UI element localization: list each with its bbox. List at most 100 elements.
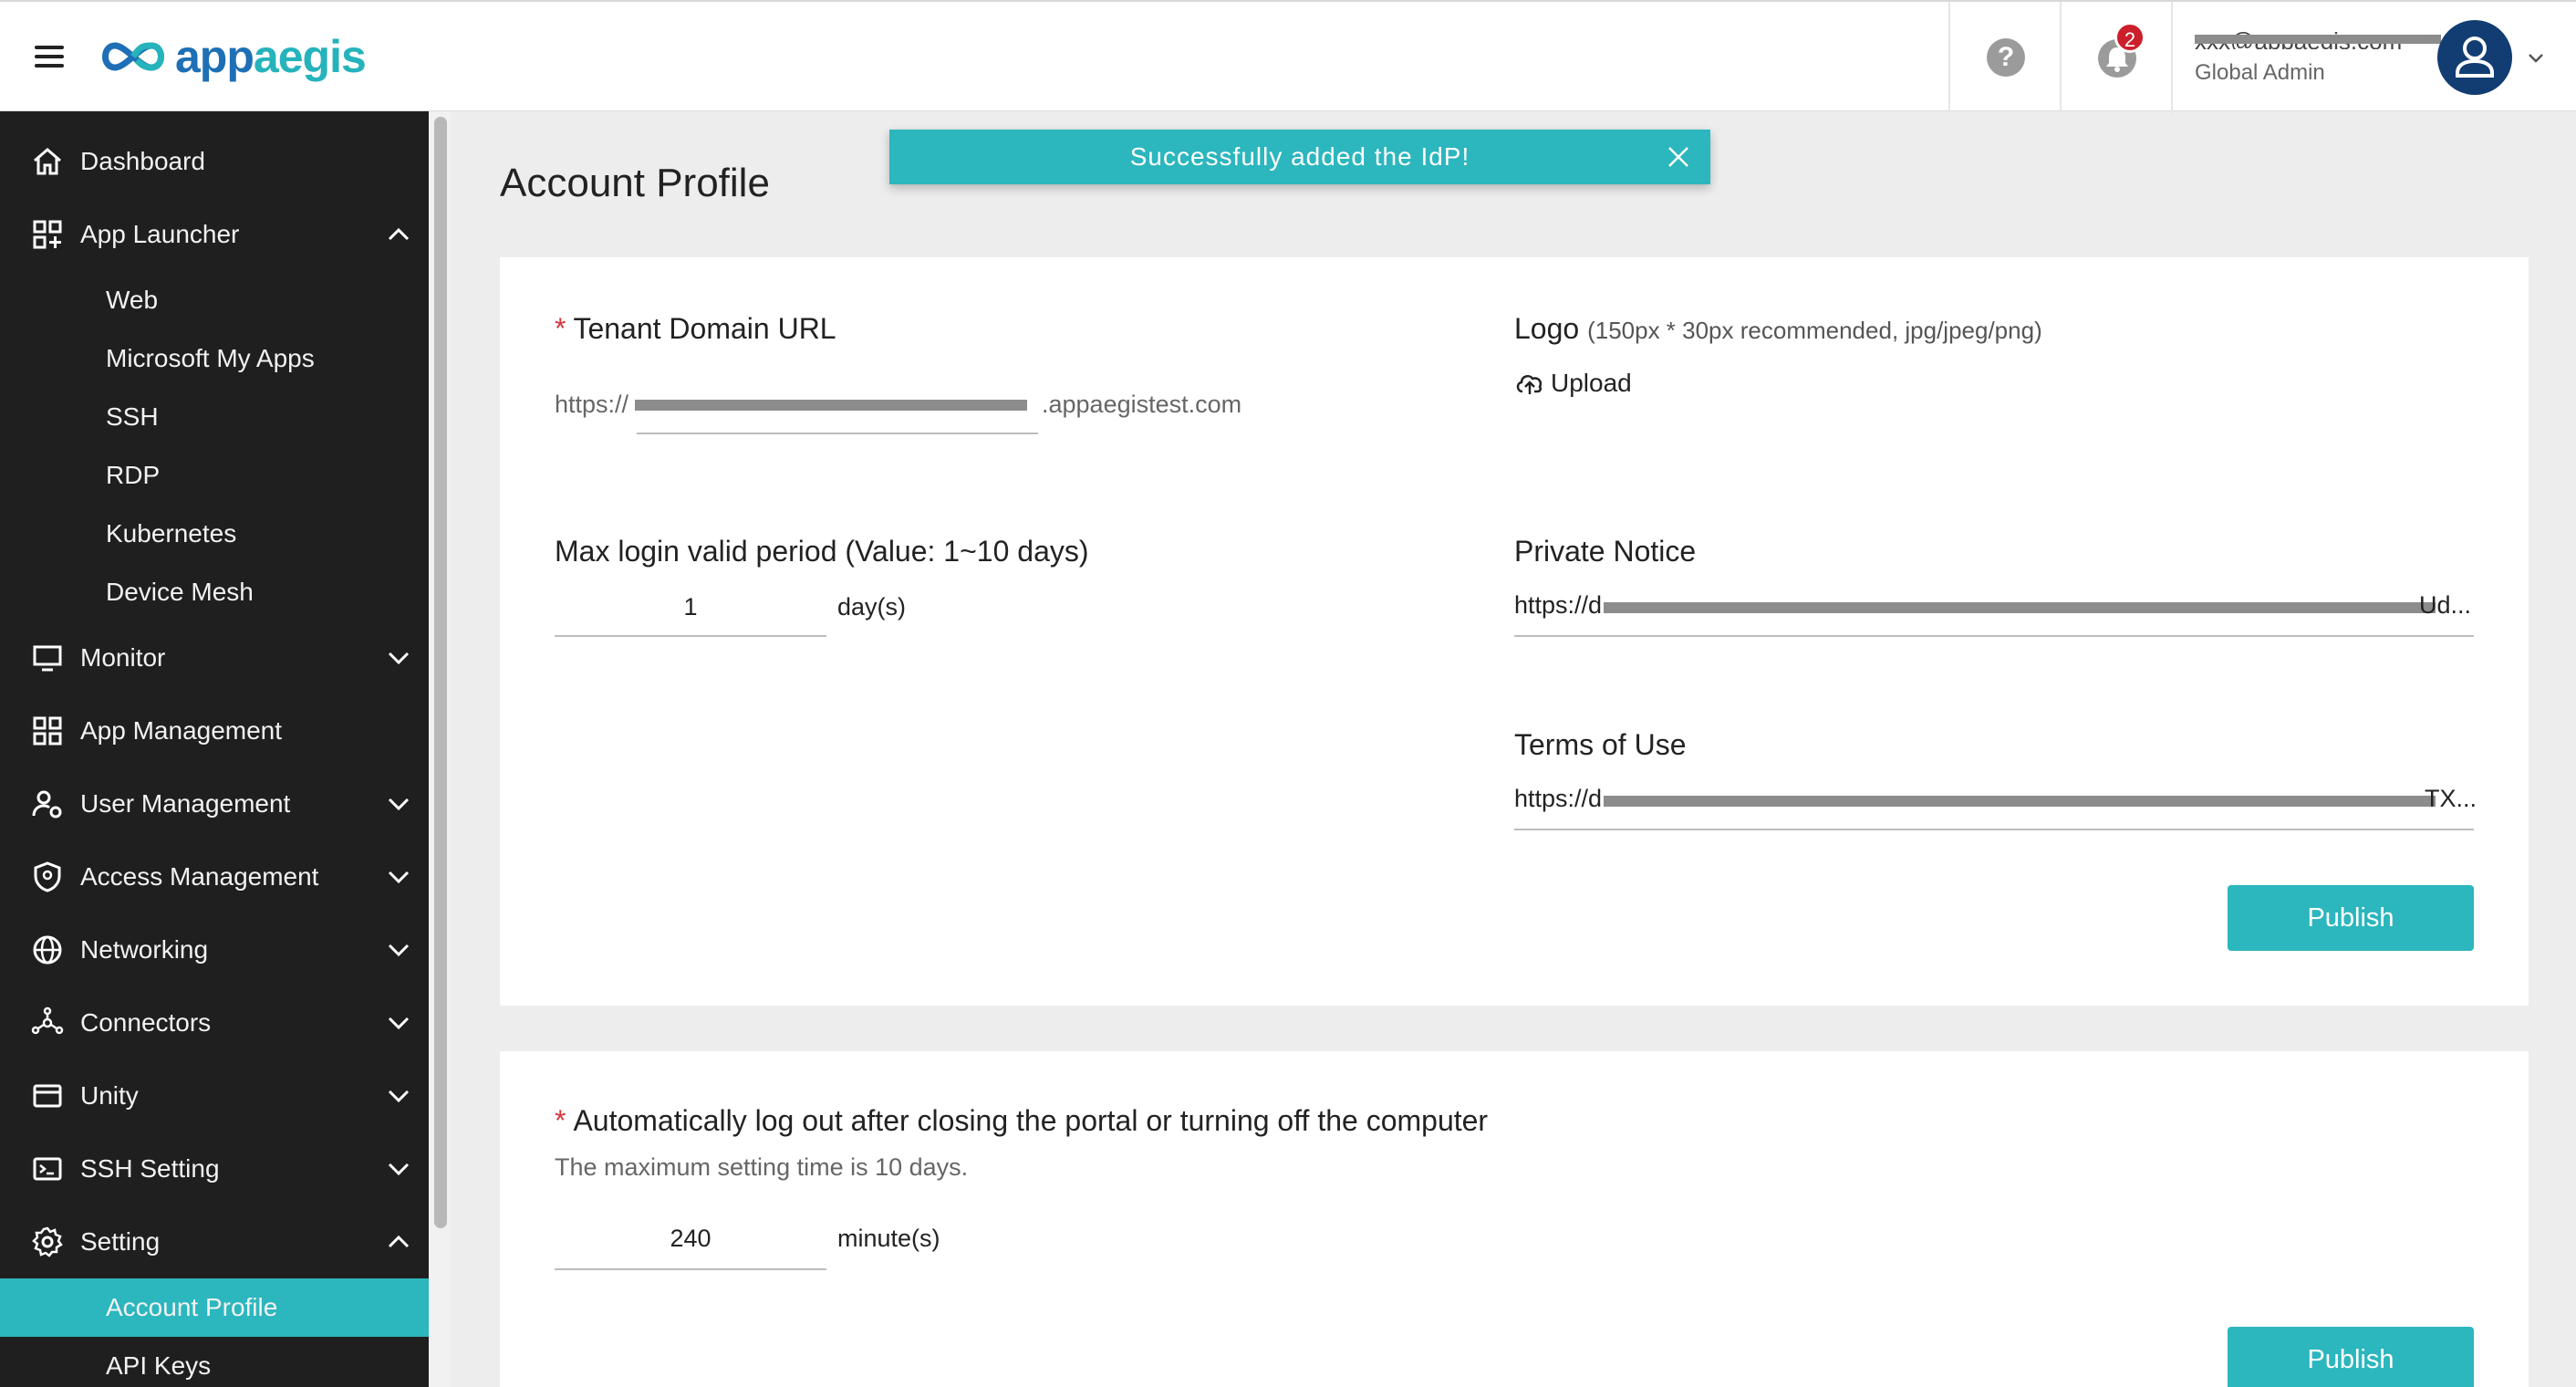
notification-badge: 2 xyxy=(2114,22,2145,53)
sidebar-item-label: Networking xyxy=(80,935,209,964)
sidebar-subitem-label: Microsoft My Apps xyxy=(106,344,315,372)
sidebar-subitem-label: Kubernetes xyxy=(106,519,237,548)
auto-logout-hint: The maximum setting time is 10 days. xyxy=(555,1153,969,1181)
tenant-url-prefix: https:// xyxy=(555,391,629,418)
sidebar-subitem-microsoft-my-apps[interactable]: Microsoft My Apps xyxy=(0,329,429,388)
sidebar-subitem-rdp[interactable]: RDP xyxy=(0,446,429,505)
sidebar-item-label: Unity xyxy=(80,1081,139,1110)
cloud-upload-icon xyxy=(1516,374,1542,394)
sidebar-item-access-management[interactable]: Access Management xyxy=(0,840,429,913)
sidebar-subitem-label: Account Profile xyxy=(106,1293,278,1321)
logo-label: Logo (150px * 30px recommended, jpg/jpeg… xyxy=(1514,312,2042,345)
sidebar-item-unity[interactable]: Unity xyxy=(0,1059,429,1132)
sidebar-item-label: App Launcher xyxy=(80,220,240,248)
chevron-down-icon[interactable] xyxy=(2527,49,2545,68)
page-title: Account Profile xyxy=(500,161,770,205)
sidebar-subitem-account-profile[interactable]: Account Profile xyxy=(0,1278,429,1337)
tenant-subdomain-input[interactable] xyxy=(637,433,1038,434)
sidebar-item-monitor[interactable]: Monitor xyxy=(0,621,429,694)
header-divider xyxy=(2171,2,2173,113)
sidebar-item-setting[interactable]: Setting xyxy=(0,1205,429,1278)
required-asterisk: * xyxy=(555,1104,566,1137)
logo-text-app: app xyxy=(175,31,254,82)
private-notice-input[interactable]: https://d xyxy=(1514,591,1602,620)
sidebar-item-label: Dashboard xyxy=(80,147,205,175)
sidebar-item-connectors[interactable]: Connectors xyxy=(0,986,429,1059)
terminal-icon xyxy=(33,1157,62,1181)
sidebar-subitem-kubernetes[interactable]: Kubernetes xyxy=(0,505,429,563)
sidebar-item-label: Setting xyxy=(80,1227,161,1256)
monitor-icon xyxy=(33,645,62,672)
grid-icon xyxy=(33,716,62,746)
sidebar-item-dashboard[interactable]: Dashboard xyxy=(0,125,429,198)
max-login-unit: day(s) xyxy=(837,593,907,620)
sidebar: Dashboard App Launcher Web Microsoft My … xyxy=(0,111,429,1387)
sidebar-item-label: Connectors xyxy=(80,1008,212,1037)
redaction-bar xyxy=(635,400,1027,411)
app-logo[interactable]: appaegis xyxy=(97,29,367,84)
private-notice-label: Private Notice xyxy=(1514,535,1697,568)
required-asterisk: * xyxy=(555,312,566,345)
publish-button[interactable]: Publish xyxy=(2228,885,2474,951)
auto-logout-label: * Automatically log out after closing the… xyxy=(555,1104,1489,1137)
logo-hint: (150px * 30px recommended, jpg/jpeg/png) xyxy=(1587,317,2042,344)
chevron-down-icon xyxy=(388,871,410,884)
user-icon xyxy=(2456,36,2494,78)
gear-icon xyxy=(32,1226,63,1257)
private-notice-underline xyxy=(1514,635,2474,637)
sidebar-item-ssh-setting[interactable]: SSH Setting xyxy=(0,1132,429,1205)
user-email: xxx@appaegis.com xyxy=(2195,27,2441,49)
upload-button[interactable]: Upload xyxy=(1514,369,1632,398)
auto-logout-card: * Automatically log out after closing the… xyxy=(500,1051,2529,1387)
auto-logout-input[interactable]: 240 xyxy=(555,1225,826,1253)
apps-plus-icon xyxy=(33,220,62,249)
card-icon xyxy=(33,1084,62,1108)
auto-logout-underline xyxy=(555,1268,826,1270)
terms-of-use-input[interactable]: https://d xyxy=(1514,785,1602,813)
account-profile-card: * Tenant Domain URL https:// .appaegistes… xyxy=(500,257,2529,1006)
sidebar-scrollbar-thumb[interactable] xyxy=(434,117,447,1228)
sidebar-item-label: SSH Setting xyxy=(80,1154,220,1183)
infinity-logo-icon xyxy=(102,42,164,71)
chevron-down-icon xyxy=(388,652,410,665)
sidebar-item-user-management[interactable]: User Management xyxy=(0,767,429,840)
sidebar-item-label: User Management xyxy=(80,789,291,818)
sidebar-subitem-label: RDP xyxy=(106,461,161,489)
publish-button[interactable]: Publish xyxy=(2228,1327,2474,1387)
user-gear-icon xyxy=(32,790,62,819)
globe-icon xyxy=(33,935,62,965)
sidebar-item-app-management[interactable]: App Management xyxy=(0,694,429,767)
chevron-down-icon xyxy=(388,944,410,957)
success-toast: Successfully added the IdP! xyxy=(889,130,1710,184)
sidebar-item-label: App Management xyxy=(80,716,283,745)
chevron-down-icon xyxy=(388,1090,410,1103)
sidebar-item-label: Access Management xyxy=(80,862,319,891)
shield-icon xyxy=(34,861,61,892)
close-icon[interactable] xyxy=(1666,144,1691,170)
sidebar-subitem-device-mesh[interactable]: Device Mesh xyxy=(0,563,429,621)
terms-of-use-label: Terms of Use xyxy=(1514,728,1687,761)
max-login-underline xyxy=(555,635,826,637)
chevron-up-icon xyxy=(388,227,410,241)
sidebar-item-app-launcher[interactable]: App Launcher xyxy=(0,198,429,271)
chevron-down-icon xyxy=(388,798,410,811)
auto-logout-unit: minute(s) xyxy=(837,1225,940,1252)
sidebar-item-networking[interactable]: Networking xyxy=(0,913,429,986)
redaction-bar xyxy=(1604,796,2436,807)
sidebar-item-label: Monitor xyxy=(80,643,166,672)
max-login-input[interactable]: 1 xyxy=(555,593,826,621)
sidebar-subitem-ssh[interactable]: SSH xyxy=(0,388,429,446)
sidebar-subitem-label: API Keys xyxy=(106,1351,212,1380)
menu-icon[interactable] xyxy=(35,46,64,69)
sidebar-subitem-api-keys[interactable]: API Keys xyxy=(0,1337,429,1387)
hub-icon xyxy=(31,1006,64,1035)
sidebar-subitem-label: Device Mesh xyxy=(106,578,254,606)
sidebar-subitem-web[interactable]: Web xyxy=(0,271,429,329)
help-icon[interactable]: ? xyxy=(1987,38,2025,77)
max-login-label: Max login valid period (Value: 1~10 days… xyxy=(555,535,1089,568)
avatar[interactable] xyxy=(2437,20,2512,95)
private-notice-tail: Ud... xyxy=(2419,591,2472,619)
top-header: appaegis ? 2 xxx@appaegis.com Global Adm… xyxy=(0,0,2576,113)
user-role: Global Admin xyxy=(2195,60,2325,85)
tenant-url-suffix: .appaegistest.com xyxy=(1042,391,1242,418)
